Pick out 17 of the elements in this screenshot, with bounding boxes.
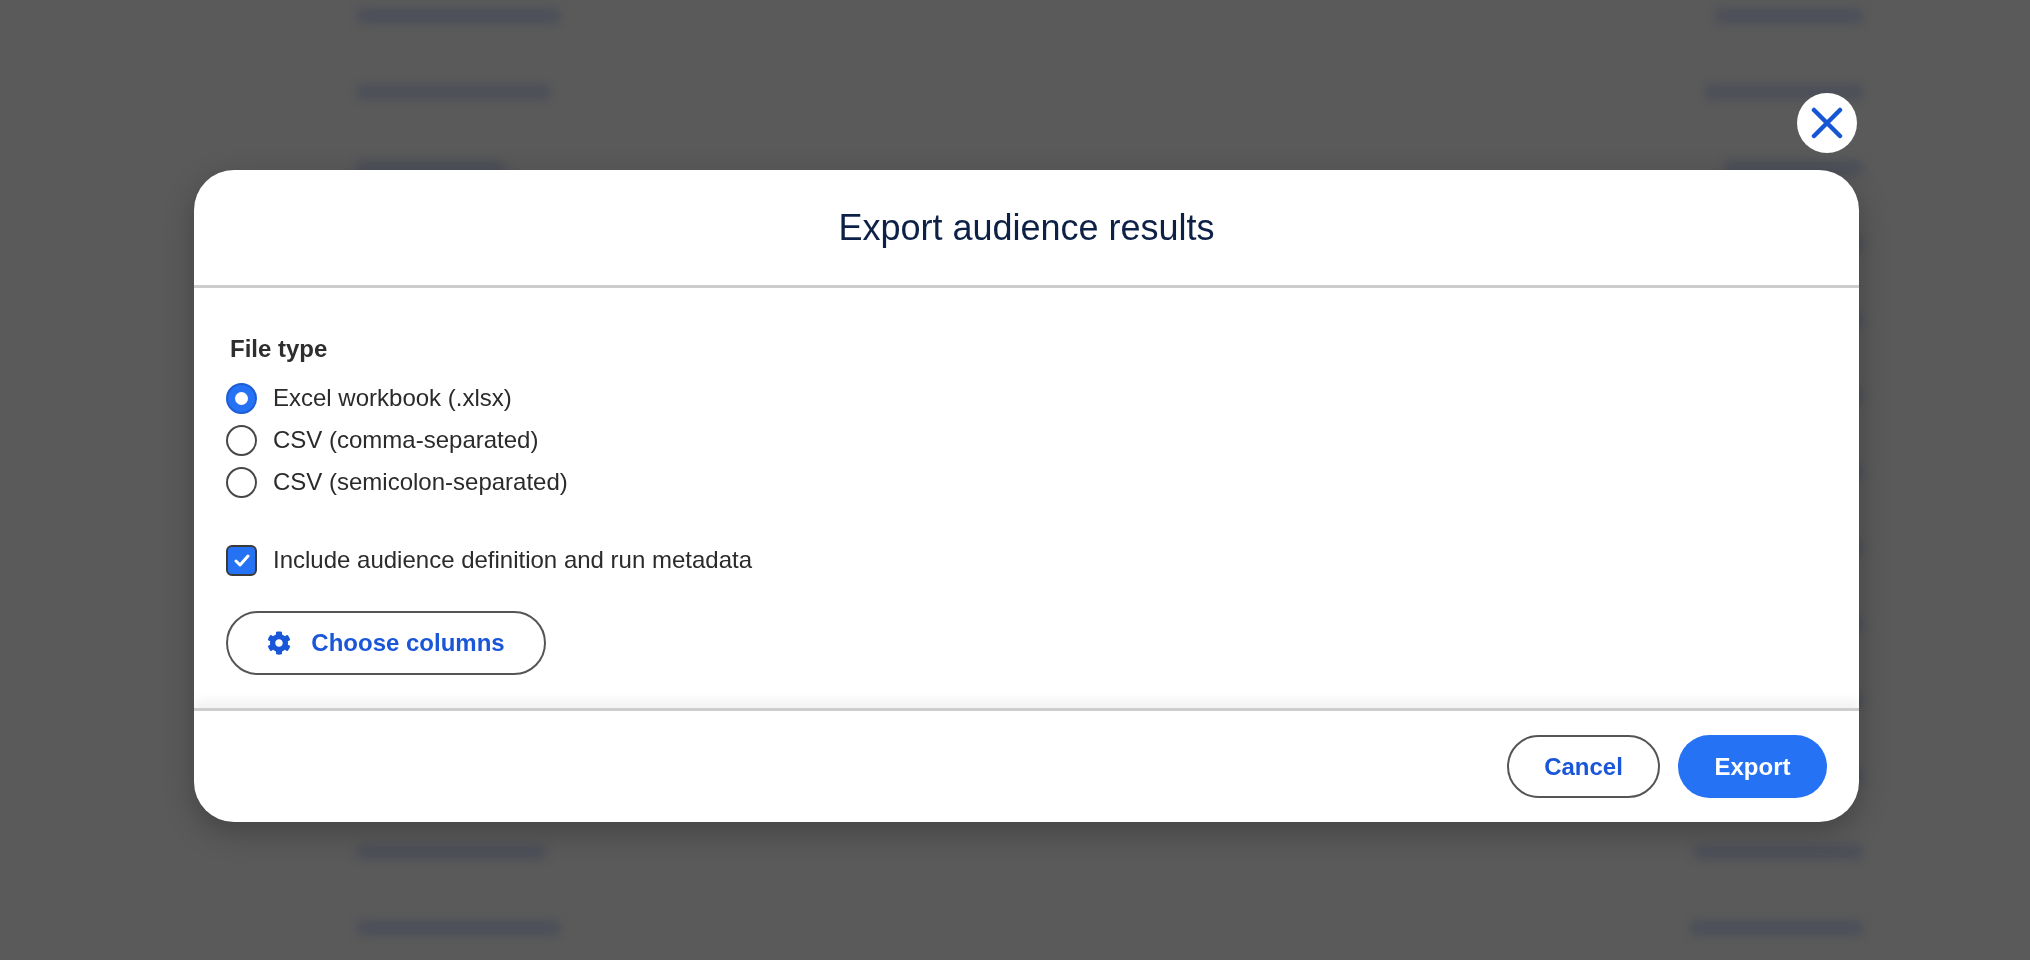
settings-icon bbox=[267, 631, 292, 655]
export-button[interactable]: Export bbox=[1678, 735, 1827, 798]
cancel-button[interactable]: Cancel bbox=[1507, 735, 1660, 798]
check-icon bbox=[233, 553, 250, 567]
radio-button[interactable] bbox=[226, 466, 257, 498]
dialog-title: Export audience results bbox=[838, 205, 1215, 250]
close-button[interactable] bbox=[1797, 93, 1857, 153]
checkbox-label: Include audience definition and run metadata bbox=[273, 545, 752, 575]
radio-button[interactable] bbox=[226, 424, 257, 456]
radio-button[interactable] bbox=[226, 382, 257, 414]
checkbox[interactable] bbox=[226, 544, 257, 576]
close-icon bbox=[1811, 107, 1843, 139]
option-label: Excel workbook (.xlsx) bbox=[273, 383, 512, 413]
section-label: File type bbox=[229, 334, 328, 364]
option-label: CSV (comma-separated) bbox=[273, 425, 539, 455]
choose-columns-button[interactable]: Choose columns bbox=[226, 611, 546, 675]
option-label: CSV (semicolon-separated) bbox=[273, 467, 568, 497]
